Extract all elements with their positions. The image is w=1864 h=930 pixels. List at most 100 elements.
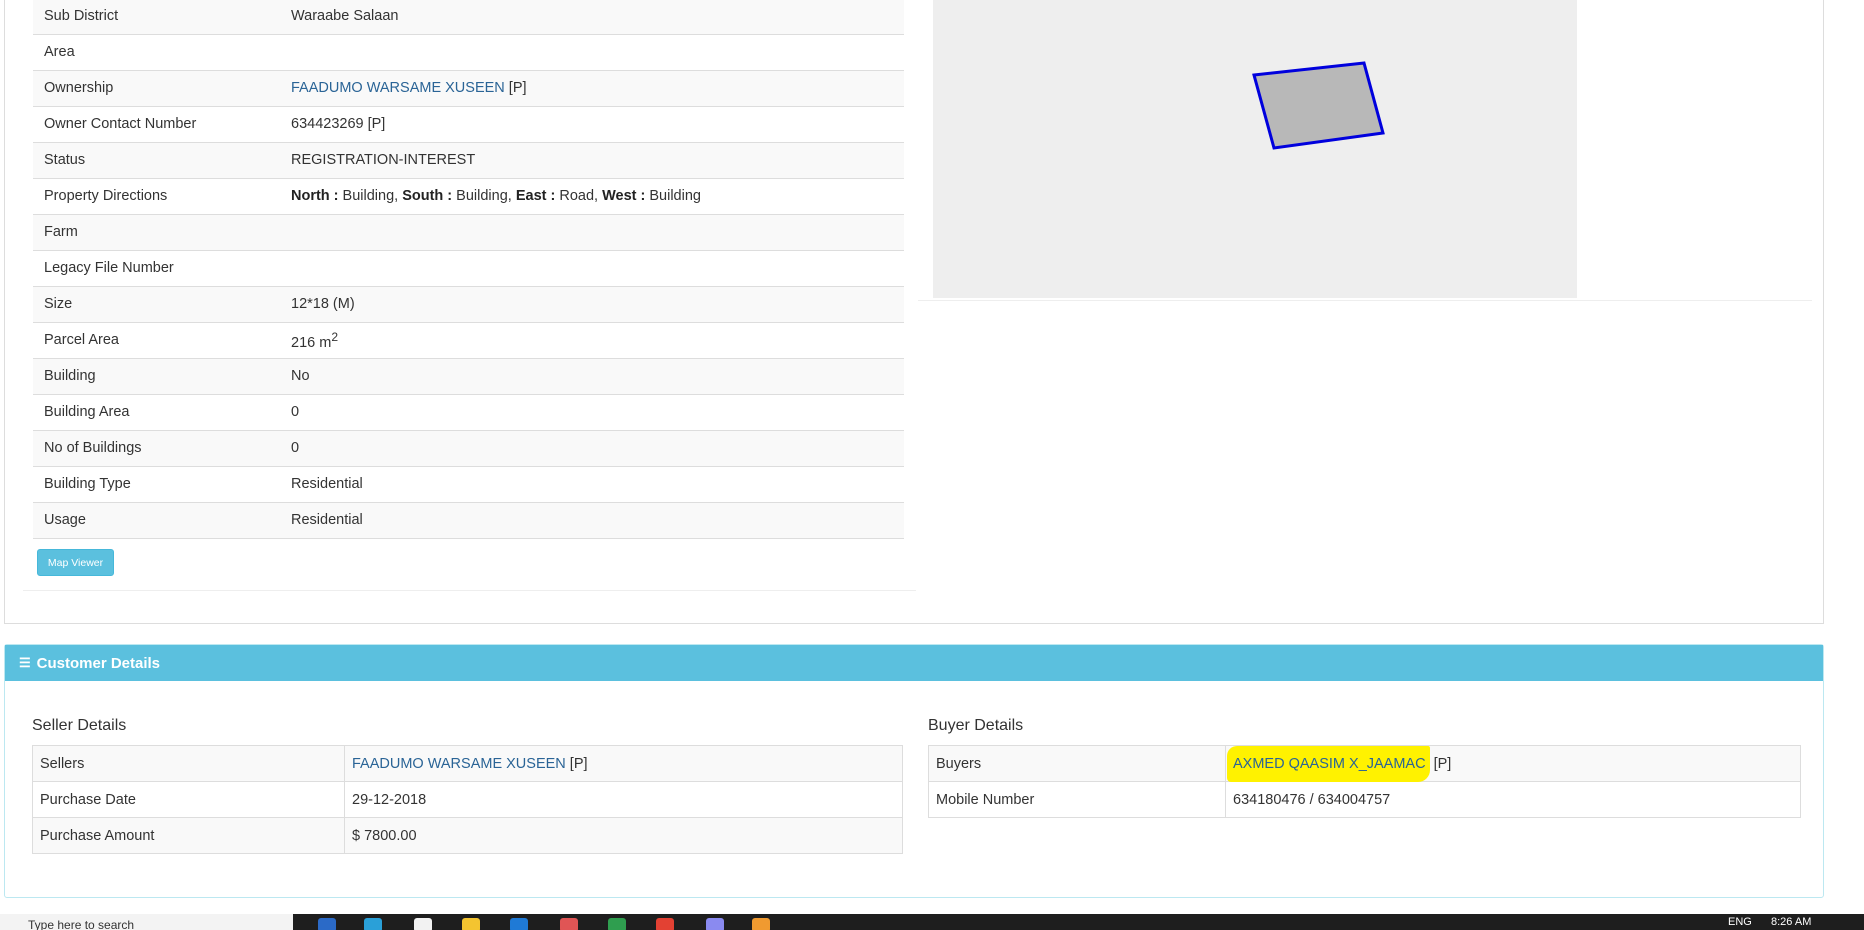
south-value: Building,: [452, 188, 516, 204]
page: Sub District Waraabe Salaan Area Ownershi…: [0, 0, 1864, 930]
file-icon[interactable]: [414, 918, 432, 930]
table-row: No of Buildings 0: [33, 430, 904, 467]
east-value: Road,: [555, 188, 603, 204]
app-icon[interactable]: [706, 918, 724, 930]
row-label: Building Type: [33, 466, 280, 503]
list-icon: ☰: [19, 655, 31, 670]
clock-time[interactable]: 8:26 AM: [1771, 916, 1811, 928]
taskbar: Type here to search ENG 8:26 AM: [0, 914, 1864, 930]
table-row: Area: [33, 34, 904, 71]
mobile-number-value: 634180476 / 634004757: [1225, 781, 1801, 818]
row-label: Building: [33, 358, 280, 395]
row-value: [280, 214, 904, 251]
purchase-date-label: Purchase Date: [32, 781, 345, 818]
buyer-link[interactable]: AXMED QAASIM X_JAAMAC: [1227, 745, 1430, 782]
table-row: Legacy File Number: [33, 250, 904, 287]
map-viewer-button[interactable]: Map Viewer: [37, 549, 114, 576]
parcel-area-value: 216 m: [291, 334, 332, 351]
row-label: Parcel Area: [33, 322, 280, 359]
row-value: Waraabe Salaan: [280, 0, 904, 35]
parcel-polygon[interactable]: [1252, 61, 1385, 150]
table-row: Size 12*18 (M): [33, 286, 904, 323]
seller-table: Sellers FAADUMO WARSAME XUSEEN [P] Purcha…: [32, 745, 903, 854]
divider: [918, 300, 1812, 301]
row-value: [280, 34, 904, 71]
buyer-suffix: [P]: [1429, 755, 1452, 772]
table-row: Farm: [33, 214, 904, 251]
taskbar-search[interactable]: Type here to search: [0, 914, 293, 930]
table-row: Building Area 0: [33, 394, 904, 431]
divider: [23, 590, 916, 591]
north-label: North :: [291, 188, 339, 204]
folder-icon[interactable]: [462, 918, 480, 930]
owner-suffix: [P]: [504, 80, 527, 96]
language-indicator[interactable]: ENG: [1728, 916, 1752, 928]
customer-details-header: ☰ Customer Details: [5, 645, 1823, 681]
north-value: Building,: [338, 188, 403, 204]
buyer-details-title: Buyer Details: [928, 717, 1024, 734]
row-value: 12*18 (M): [280, 286, 904, 323]
row-value: No: [280, 358, 904, 395]
row-value: 634423269 [P]: [280, 106, 904, 143]
south-label: South :: [402, 188, 453, 204]
store-icon[interactable]: [510, 918, 528, 930]
row-label: Usage: [33, 502, 280, 539]
seller-suffix: [P]: [565, 755, 588, 772]
east-label: East :: [515, 188, 556, 204]
owner-link[interactable]: FAADUMO WARSAME XUSEEN: [291, 80, 505, 96]
row-label: Legacy File Number: [33, 250, 280, 287]
west-label: West :: [602, 188, 646, 204]
sellers-value: FAADUMO WARSAME XUSEEN [P]: [344, 745, 903, 782]
row-value: 0: [280, 394, 904, 431]
customer-details-panel: ☰ Customer Details Seller Details Seller…: [4, 644, 1824, 898]
row-label: Owner Contact Number: [33, 106, 280, 143]
table-row: Property Directions North : Building, Sou…: [33, 178, 904, 215]
buyers-label: Buyers: [928, 745, 1226, 782]
buyers-value: AXMED QAASIM X_JAAMAC [P]: [1225, 745, 1801, 782]
table-row: Buyers AXMED QAASIM X_JAAMAC [P]: [928, 745, 1801, 782]
table-row: Parcel Area 216 m2: [33, 322, 904, 359]
row-label: Building Area: [33, 394, 280, 431]
row-label: Property Directions: [33, 178, 280, 215]
search-placeholder: Type here to search: [28, 918, 135, 930]
app-icon[interactable]: [318, 918, 336, 930]
chrome-icon[interactable]: [656, 918, 674, 930]
table-row: Sellers FAADUMO WARSAME XUSEEN [P]: [32, 745, 903, 782]
app-icon[interactable]: [560, 918, 578, 930]
row-value: REGISTRATION-INTEREST: [280, 142, 904, 179]
sellers-label: Sellers: [32, 745, 345, 782]
seller-link[interactable]: FAADUMO WARSAME XUSEEN: [352, 756, 566, 772]
table-row: Building Type Residential: [33, 466, 904, 503]
purchase-date-value: 29-12-2018: [344, 781, 903, 818]
west-value: Building: [645, 188, 701, 204]
excel-icon[interactable]: [608, 918, 626, 930]
row-value: Residential: [280, 502, 904, 539]
row-value: 0: [280, 430, 904, 467]
row-label: Sub District: [33, 0, 280, 35]
table-row: Status REGISTRATION-INTEREST: [33, 142, 904, 179]
mobile-number-label: Mobile Number: [928, 781, 1226, 818]
row-label: Ownership: [33, 70, 280, 107]
table-row: Purchase Date 29-12-2018: [32, 781, 903, 818]
buyer-table: Buyers AXMED QAASIM X_JAAMAC [P] Mobile N…: [928, 745, 1801, 818]
table-row: Usage Residential: [33, 502, 904, 539]
row-label: Area: [33, 34, 280, 71]
purchase-amount-label: Purchase Amount: [32, 817, 345, 854]
parcel-map[interactable]: [933, 0, 1577, 298]
purchase-amount-value: $ 7800.00: [344, 817, 903, 854]
seller-details-title: Seller Details: [32, 717, 127, 734]
parcel-area-unit-sup: 2: [331, 329, 339, 344]
table-row: Building No: [33, 358, 904, 395]
table-row: Ownership FAADUMO WARSAME XUSEEN [P]: [33, 70, 904, 107]
table-row: Sub District Waraabe Salaan: [33, 0, 904, 35]
row-value: FAADUMO WARSAME XUSEEN [P]: [280, 70, 904, 107]
row-value: Residential: [280, 466, 904, 503]
app-icon[interactable]: [752, 918, 770, 930]
edge-icon[interactable]: [364, 918, 382, 930]
row-label: Status: [33, 142, 280, 179]
directions-value: North : Building, South : Building, East…: [280, 178, 904, 215]
property-table: Sub District Waraabe Salaan Area Ownershi…: [33, 0, 904, 539]
customer-details-title: Customer Details: [36, 654, 161, 672]
row-label: No of Buildings: [33, 430, 280, 467]
row-label: Farm: [33, 214, 280, 251]
